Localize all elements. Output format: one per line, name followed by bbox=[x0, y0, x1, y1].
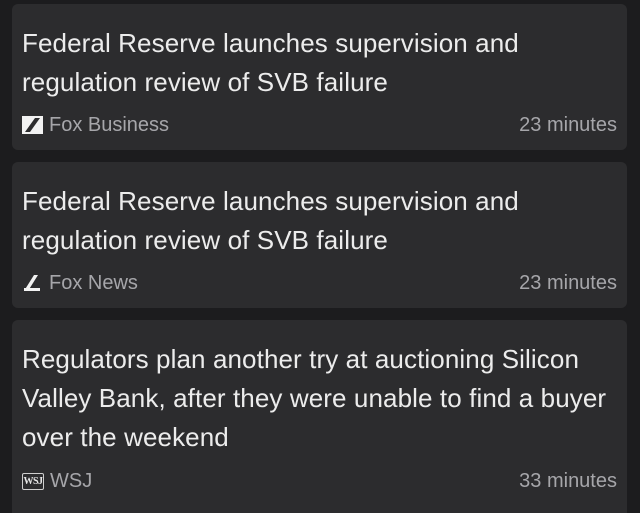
wsj-logo-icon: WSJ bbox=[22, 472, 44, 490]
news-card[interactable]: Federal Reserve launches supervision and… bbox=[12, 4, 627, 150]
source-name: Fox News bbox=[49, 271, 138, 294]
source-name: WSJ bbox=[50, 469, 93, 492]
article-headline[interactable]: Regulators plan another try at auctionin… bbox=[22, 340, 609, 457]
article-source: Fox News bbox=[22, 272, 138, 295]
article-headline[interactable]: Federal Reserve launches supervision and… bbox=[22, 182, 609, 260]
article-time: 23 minutes bbox=[519, 271, 617, 294]
source-name: Fox Business bbox=[49, 113, 170, 136]
news-card[interactable]: Regulators plan another try at auctionin… bbox=[12, 320, 627, 513]
article-meta: WSJ WSJ 33 minutes bbox=[22, 469, 617, 493]
fox-business-logo-icon bbox=[22, 116, 43, 134]
news-card[interactable]: Federal Reserve launches supervision and… bbox=[12, 162, 627, 308]
article-headline[interactable]: Federal Reserve launches supervision and… bbox=[22, 24, 609, 102]
fox-news-logo-icon bbox=[22, 274, 43, 292]
article-meta: Fox Business 23 minutes bbox=[22, 113, 617, 137]
news-feed: Federal Reserve launches supervision and… bbox=[0, 0, 640, 513]
article-time: 23 minutes bbox=[519, 113, 617, 136]
article-time: 33 minutes bbox=[519, 469, 617, 492]
article-source: WSJ WSJ bbox=[22, 470, 92, 493]
article-source: Fox Business bbox=[22, 114, 169, 137]
article-meta: Fox News 23 minutes bbox=[22, 271, 617, 295]
